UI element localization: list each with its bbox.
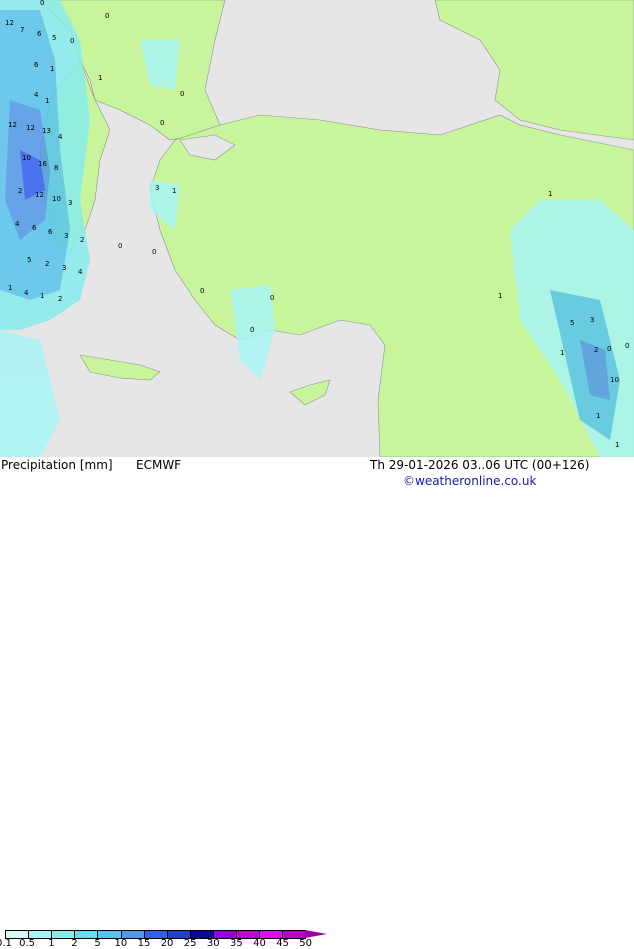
precip-value: 1 <box>172 187 176 195</box>
precip-value: 12 <box>26 124 35 132</box>
precip-value: 1 <box>615 441 619 449</box>
colorbar-label: 15 <box>137 938 151 949</box>
colorbar-label: 2 <box>71 938 78 949</box>
precip-value: 0 <box>118 242 122 250</box>
map-title: Precipitation [mm] <box>1 458 113 472</box>
precip-value: 3 <box>155 184 159 192</box>
colorbar-label: 0.5 <box>19 938 35 949</box>
precip-value: 1 <box>8 284 12 292</box>
precip-value: 12 <box>8 121 17 129</box>
precip-value: 2 <box>594 346 598 354</box>
precip-value: 10 <box>52 195 61 203</box>
precip-value: 1 <box>98 74 102 82</box>
precip-value: 5 <box>52 34 56 42</box>
precip-value: 0 <box>250 326 254 334</box>
precip-value: 6 <box>32 224 37 232</box>
colorbar-label: 45 <box>276 938 289 949</box>
precip-value: 0 <box>200 287 204 295</box>
precip-value: 0 <box>607 345 611 353</box>
precip-value: 10 <box>610 376 619 384</box>
precip-value: 1 <box>560 349 564 357</box>
precip-value: 4 <box>15 220 20 228</box>
colorbar-label: 35 <box>230 938 243 949</box>
colorbar-label: 30 <box>206 938 220 949</box>
precip-value: 0 <box>625 342 629 350</box>
precip-value: 2 <box>45 260 49 268</box>
precip-value: 6 <box>37 30 42 38</box>
precip-value: 0 <box>40 0 44 7</box>
precip-value: 4 <box>34 91 39 99</box>
precip-value: 6 <box>48 228 53 236</box>
colorbar-label: 0.1 <box>0 938 12 949</box>
precip-value: 1 <box>548 190 552 198</box>
precip-value: 0 <box>152 248 156 256</box>
colorbar-label: 25 <box>183 938 197 949</box>
precip-value: 1 <box>596 412 600 420</box>
credit-link[interactable]: ©weatheronline.co.uk <box>403 474 536 488</box>
colorbar-label: 1 <box>48 938 55 949</box>
valid-time: Th 29-01-2026 03..06 UTC (00+126) <box>370 458 590 472</box>
precip-value: 1 <box>50 65 54 73</box>
precip-value: 0 <box>270 294 274 302</box>
precip-value: 3 <box>590 316 594 324</box>
precip-value: 0 <box>160 119 164 127</box>
precip-value: 7 <box>20 26 24 34</box>
colorbar-label: 50 <box>299 938 313 949</box>
precip-value: 5 <box>27 256 31 264</box>
precip-value: 3 <box>68 199 72 207</box>
precipitation-map: 127 6 56 14112 12 1341016 82 12 10 34 6 6 3 25 2 3 414 1 2… <box>0 0 634 457</box>
precip-value: 3 <box>62 264 66 272</box>
precip-value: 4 <box>24 289 29 297</box>
colorbar-label: 20 <box>160 938 174 949</box>
colorbar-label: 40 <box>253 938 266 949</box>
precip-value: 3 <box>64 232 68 240</box>
precip-value: 0 <box>180 90 184 98</box>
footer: Precipitation [mm] ECMWF Th 29-01-2026 0… <box>0 457 634 949</box>
precip-value: 16 <box>38 160 47 168</box>
model-name: ECMWF <box>136 458 182 472</box>
precip-value: 12 <box>35 191 44 199</box>
precip-value: 8 <box>54 164 58 172</box>
precip-value: 13 <box>42 127 51 135</box>
precip-value: 1 <box>45 97 49 105</box>
precip-value: 12 <box>5 19 14 27</box>
precip-value: 4 <box>58 133 63 141</box>
precip-value: 0 <box>105 12 109 20</box>
precip-value: 10 <box>22 154 31 162</box>
precip-value: 0 <box>70 37 74 45</box>
precip-value: 6 <box>34 61 39 69</box>
precip-value: 1 <box>40 292 44 300</box>
precip-value: 2 <box>80 236 84 244</box>
colorbar-arrow <box>305 930 328 938</box>
precip-value: 1 <box>498 292 502 300</box>
precip-value: 2 <box>18 187 22 195</box>
precip-value: 4 <box>78 268 83 276</box>
precip-value: 2 <box>58 295 62 303</box>
precip-value: 5 <box>570 319 574 327</box>
colorbar-label: 5 <box>94 938 101 949</box>
colorbar-label: 10 <box>114 938 128 949</box>
